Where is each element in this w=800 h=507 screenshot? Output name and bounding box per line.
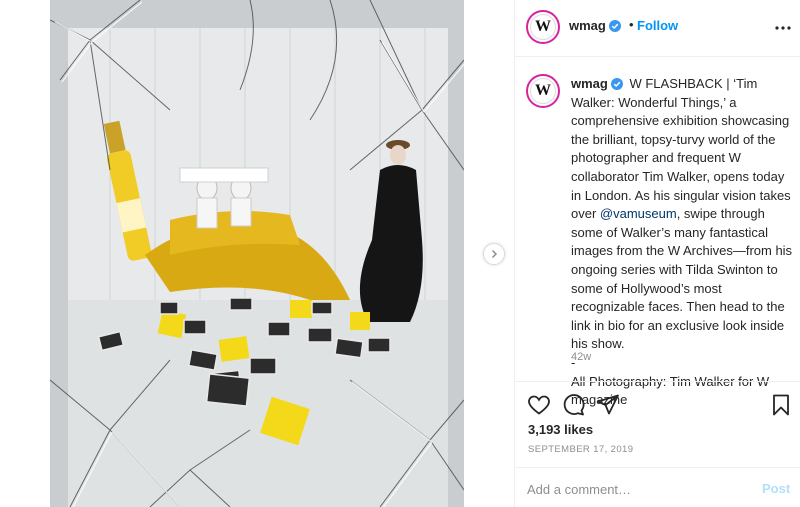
avatar-letter: W — [530, 78, 556, 104]
caption-body-1: W FLASHBACK | ‘Tim Walker: Wonderful Thi… — [571, 76, 791, 222]
comment-input[interactable] — [527, 478, 747, 500]
caption-username[interactable]: wmag — [571, 76, 623, 91]
verified-badge-icon — [608, 20, 621, 32]
post-comment-button[interactable]: Post — [762, 481, 790, 496]
separator-dot: • — [629, 17, 634, 32]
more-options-icon[interactable] — [773, 18, 793, 38]
likes-count[interactable]: 3,193 likes — [528, 422, 593, 437]
post-side-panel: W wmag • Follow W wmag W FLASHBACK | ‘Ti… — [514, 0, 800, 507]
comment-form: Post — [515, 467, 800, 507]
time-ago[interactable]: 42w — [571, 351, 591, 363]
next-image-button[interactable] — [483, 243, 505, 265]
caption-text: wmag W FLASHBACK | ‘Tim Walker: Wonderfu… — [571, 75, 793, 410]
mention-link[interactable]: @vamuseum — [600, 206, 677, 221]
heart-icon[interactable] — [526, 392, 552, 418]
post-photo[interactable] — [50, 0, 464, 507]
post-header: W wmag • Follow — [515, 0, 800, 57]
header-username[interactable]: wmag — [569, 18, 621, 33]
caption-section: W wmag W FLASHBACK | ‘Tim Walker: Wonder… — [515, 58, 800, 407]
caption-avatar[interactable]: W — [526, 74, 560, 108]
verified-badge-icon — [610, 78, 623, 90]
post-date: SEPTEMBER 17, 2019 — [528, 444, 634, 455]
comment-bubble-icon[interactable] — [561, 392, 587, 418]
caption-body-2: , swipe through some of Walker’s many fa… — [571, 206, 793, 352]
chevron-right-icon — [491, 249, 498, 259]
username-text: wmag — [569, 18, 606, 33]
username-text: wmag — [571, 76, 608, 91]
avatar[interactable]: W — [526, 10, 560, 44]
caption-dash: - — [571, 354, 576, 370]
bookmark-icon[interactable] — [768, 392, 794, 418]
post-media — [0, 0, 515, 507]
follow-button[interactable]: Follow — [637, 18, 678, 33]
action-bar: 3,193 likes SEPTEMBER 17, 2019 — [515, 381, 800, 466]
photo-artwork — [50, 0, 464, 507]
avatar-letter: W — [530, 14, 556, 40]
paper-plane-icon[interactable] — [595, 392, 621, 418]
